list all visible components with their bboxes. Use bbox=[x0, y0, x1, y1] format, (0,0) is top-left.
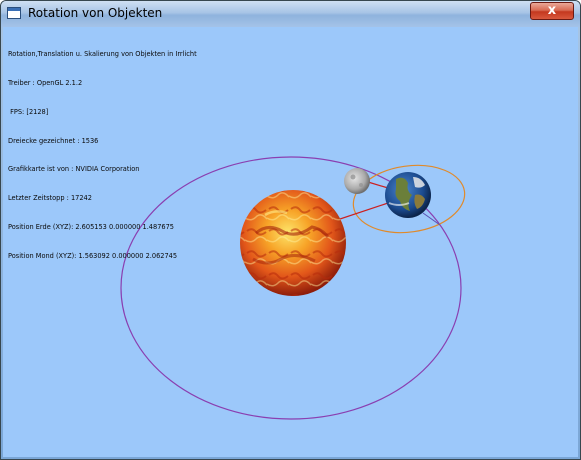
info-line-driver: Treiber : OpenGL 2.1.2 bbox=[8, 78, 83, 87]
info-line-triangles: Dreiecke gezeichnet : 1536 bbox=[8, 136, 99, 145]
info-line-earth-position: Position Erde (XYZ): 2.605153 0.000000 1… bbox=[8, 222, 174, 231]
sun-sphere bbox=[240, 190, 346, 296]
earth-sphere bbox=[385, 172, 431, 218]
close-icon: x bbox=[547, 3, 557, 18]
info-line-gpu: Grafikkarte ist von : NVIDIA Corporation bbox=[8, 165, 140, 174]
window-title: Rotation von Objekten bbox=[28, 6, 163, 20]
app-window: Rotation von Objekten x Rotation,Transla… bbox=[0, 0, 581, 460]
info-line-timestop: Letzter Zeitstopp : 17242 bbox=[8, 194, 92, 203]
close-button[interactable]: x bbox=[530, 2, 574, 20]
info-line-title: Rotation,Translation u. Skalierung von O… bbox=[8, 50, 197, 59]
render-viewport[interactable]: Rotation,Translation u. Skalierung von O… bbox=[3, 27, 578, 457]
info-line-moon-position: Position Mond (XYZ): 1.563092 0.000000 2… bbox=[8, 251, 178, 260]
moon-sphere bbox=[344, 168, 370, 194]
window-icon bbox=[7, 7, 21, 19]
title-bar[interactable]: Rotation von Objekten x bbox=[1, 1, 580, 27]
info-line-fps: FPS: [2128] bbox=[8, 107, 49, 116]
info-overlay: Rotation,Translation u. Skalierung von O… bbox=[8, 31, 197, 280]
earth-moon-connector bbox=[367, 181, 389, 189]
